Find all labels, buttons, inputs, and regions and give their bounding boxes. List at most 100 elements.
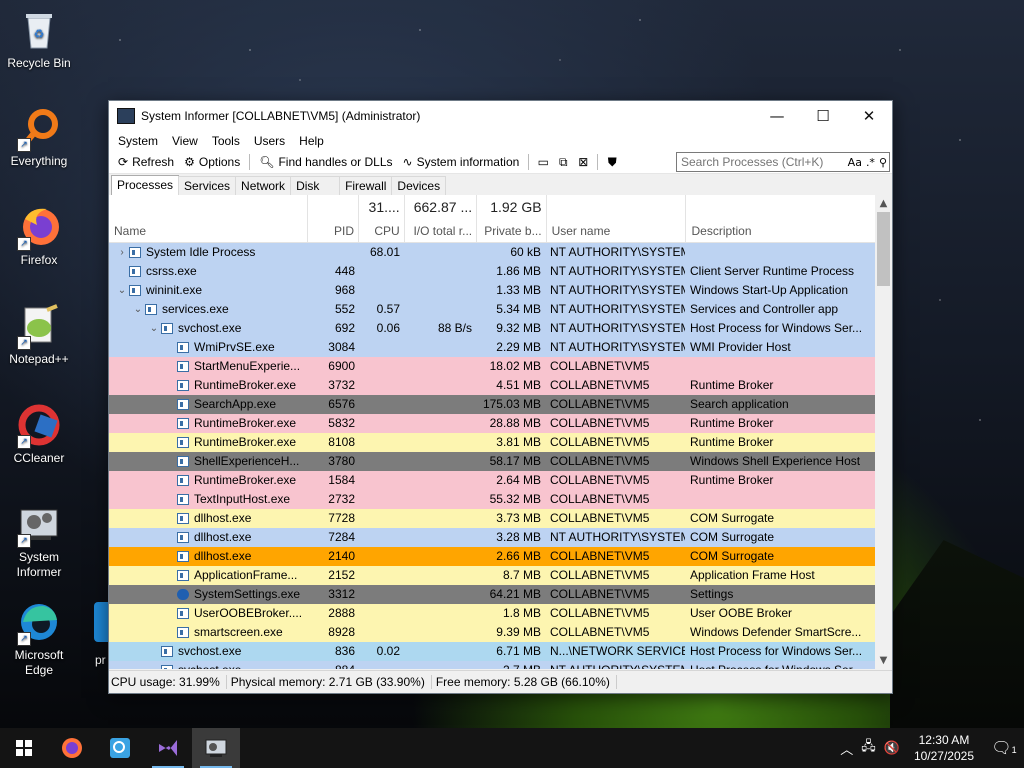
expand-toggle-icon[interactable]: ⌄ [131,300,145,319]
process-row[interactable]: › System Idle Process 68.01 60 kB NT AUTHORI… [109,243,875,262]
tab-firewall[interactable]: Firewall [339,176,393,196]
process-tree[interactable]: Name PID 31.... CPU 662.87 ... I/O total r… [109,195,875,669]
process-row[interactable]: svchost.exe 836 0.02 6.71 MB N...\NETWORK SE… [109,642,875,661]
process-row[interactable]: RuntimeBroker.exe 3732 4.51 MB COLLABNET\VM… [109,376,875,395]
process-private-bytes: 9.39 MB [496,625,541,639]
toolbar-separator [249,154,251,170]
process-row[interactable]: dllhost.exe 2140 2.66 MB COLLABNET\VM5 COM S… [109,547,875,566]
process-row[interactable]: dllhost.exe 7284 3.28 MB NT AUTHORITY\SYSTE… [109,528,875,547]
process-name: UserOOBEBroker.... [194,606,303,620]
column-user-name[interactable]: User name [547,195,687,242]
process-row[interactable]: RuntimeBroker.exe 8108 3.81 MB COLLABNET\VM… [109,433,875,452]
scroll-thumb[interactable] [877,212,890,286]
refresh-button[interactable]: ⟳ Refresh [113,152,179,172]
menu-system[interactable]: System [111,134,165,148]
process-user: NT AUTHORITY\SYSTEM [550,245,685,259]
process-icon [177,494,189,505]
maximize-button[interactable]: ☐ [800,101,846,131]
column-name[interactable]: Name [109,195,309,242]
process-private-bytes: 2.7 MB [476,661,545,669]
process-row[interactable]: dllhost.exe 7728 3.73 MB COLLABNET\VM5 COM S… [109,509,875,528]
process-row[interactable]: smartscreen.exe 8928 9.39 MB COLLABNET\VM5 W… [109,623,875,642]
process-row[interactable]: ⌄ wininit.exe 968 1.33 MB NT AUTHORITY\SYSTE… [109,281,875,300]
title-bar[interactable]: System Informer [COLLABNET\VM5] (Adminis… [109,101,892,131]
chevron-up-icon[interactable]: ︿ [836,739,857,758]
process-row[interactable]: csrss.exe 448 1.86 MB NT AUTHORITY\SYSTEM Cl… [109,262,875,281]
regex-toggle[interactable]: .* [864,156,877,169]
menu-users[interactable]: Users [247,134,292,148]
options-label: Options [198,155,241,169]
column-io-total[interactable]: 662.87 ... I/O total r... [405,195,478,242]
taskbar-search-app[interactable] [96,728,144,768]
process-row[interactable]: RuntimeBroker.exe 5832 28.88 MB COLLABNET\V… [109,414,875,433]
menu-view[interactable]: View [165,134,205,148]
scroll-up-icon[interactable]: ▲ [875,195,892,212]
search-icon[interactable]: ⚲ [877,156,889,169]
process-row[interactable]: StartMenuExperie... 6900 18.02 MB COLLABNET… [109,357,875,376]
process-user: NT AUTHORITY\SYSTEM [545,661,685,669]
search-app-icon [110,738,130,758]
find-handles-button[interactable]: 🔍︎ Find handles or DLLs [254,152,397,172]
column-private-bytes[interactable]: 1.92 GB Private b... [477,195,547,242]
window-icon[interactable]: ▭ [533,153,553,171]
process-user: COLLABNET\VM5 [550,492,650,506]
process-row[interactable]: ApplicationFrame... 2152 8.7 MB COLLABNET\V… [109,566,875,585]
match-case-toggle[interactable]: Aa [846,156,864,169]
expand-toggle-icon[interactable]: › [115,243,129,262]
desktop-icon-system-informer[interactable]: ↗ System Informer [2,502,76,580]
tab-network[interactable]: Network [235,176,292,196]
process-row[interactable]: ShellExperienceH... 3780 58.17 MB COLLABNET… [109,452,875,471]
clock[interactable]: 12:30 AM 10/27/2025 [904,732,984,764]
process-row[interactable]: SearchApp.exe 6576 175.03 MB COLLABNET\VM5 S… [109,395,875,414]
desktop-icon-ccleaner[interactable]: ↗ CCleaner [2,403,76,466]
process-description: Host Process for Windows Ser... [690,321,863,335]
search-input[interactable] [677,155,846,169]
process-io [404,490,476,509]
column-description[interactable]: Description [686,195,875,242]
taskbar-system-informer[interactable] [192,728,240,768]
desktop-icon-notepadpp[interactable]: ↗ Notepad++ [2,304,76,367]
menu-help[interactable]: Help [292,134,331,148]
menu-tools[interactable]: Tools [205,134,247,148]
process-row[interactable]: ⌄ services.exe 552 0.57 5.34 MB NT AUTHORITY\… [109,300,875,319]
find-window-icon[interactable]: ⧉ [553,153,573,171]
process-row[interactable]: RuntimeBroker.exe 1584 2.64 MB COLLABNET\VM… [109,471,875,490]
column-cpu[interactable]: 31.... CPU [359,195,405,242]
vertical-scrollbar[interactable]: ▲ ▼ [875,195,892,669]
close-window-icon[interactable]: ⊠ [573,153,593,171]
process-pid: 448 [334,264,355,278]
process-row[interactable]: ⌄ svchost.exe 692 0.06 88 B/s 9.32 MB NT AUTHO… [109,319,875,338]
desktop-icon-everything[interactable]: ↗ Everything [2,106,76,169]
process-row[interactable]: svchost.exe 884 2.7 MBNT AUTHORITY\SYSTEMH… [109,661,875,669]
taskbar-firefox[interactable] [48,728,96,768]
tab-devices[interactable]: Devices [391,176,447,196]
tab-disk[interactable]: Disk [290,176,341,196]
desktop-icon-edge[interactable]: ↗ Microsoft Edge [2,600,76,678]
network-icon[interactable]: 🖧 [857,737,880,759]
tab-processes[interactable]: Processes [111,175,180,196]
options-button[interactable]: ⚙ Options [179,152,245,172]
column-pid[interactable]: PID [308,195,360,242]
notification-icon[interactable]: 🗨1 [984,738,1024,758]
process-row[interactable]: TextInputHost.exe 2732 55.32 MB COLLABNET\V… [109,490,875,509]
scroll-down-icon[interactable]: ▼ [875,652,892,669]
process-pid: 2140 [328,549,355,563]
process-row[interactable]: WmiPrvSE.exe 3084 2.29 MB NT AUTHORITY\SYST… [109,338,875,357]
process-cpu [359,471,404,490]
close-button[interactable]: ✕ [846,101,892,131]
system-information-button[interactable]: ∿ System information [398,152,525,172]
volume-muted-icon[interactable]: 🔇 [880,740,904,756]
process-row[interactable]: SystemSettings.exe 3312 64.21 MB COLLABNET\… [109,585,875,604]
desktop-icon-recycle-bin[interactable]: ♻ Recycle Bin [2,8,76,71]
start-button[interactable] [0,728,48,768]
taskbar-visual-studio[interactable] [144,728,192,768]
minimize-button[interactable]: — [754,101,800,131]
expand-toggle-icon[interactable]: ⌄ [147,319,161,338]
partial-desktop-icon[interactable] [94,602,108,642]
tab-services[interactable]: Services [178,176,237,196]
process-pid: 2888 [328,606,355,620]
expand-toggle-icon[interactable]: ⌄ [115,281,129,300]
process-row[interactable]: UserOOBEBroker.... 2888 1.8 MB COLLABNET\VM… [109,604,875,623]
desktop-icon-firefox[interactable]: ↗ Firefox [2,205,76,268]
shield-icon[interactable]: ⛊ [602,153,622,171]
